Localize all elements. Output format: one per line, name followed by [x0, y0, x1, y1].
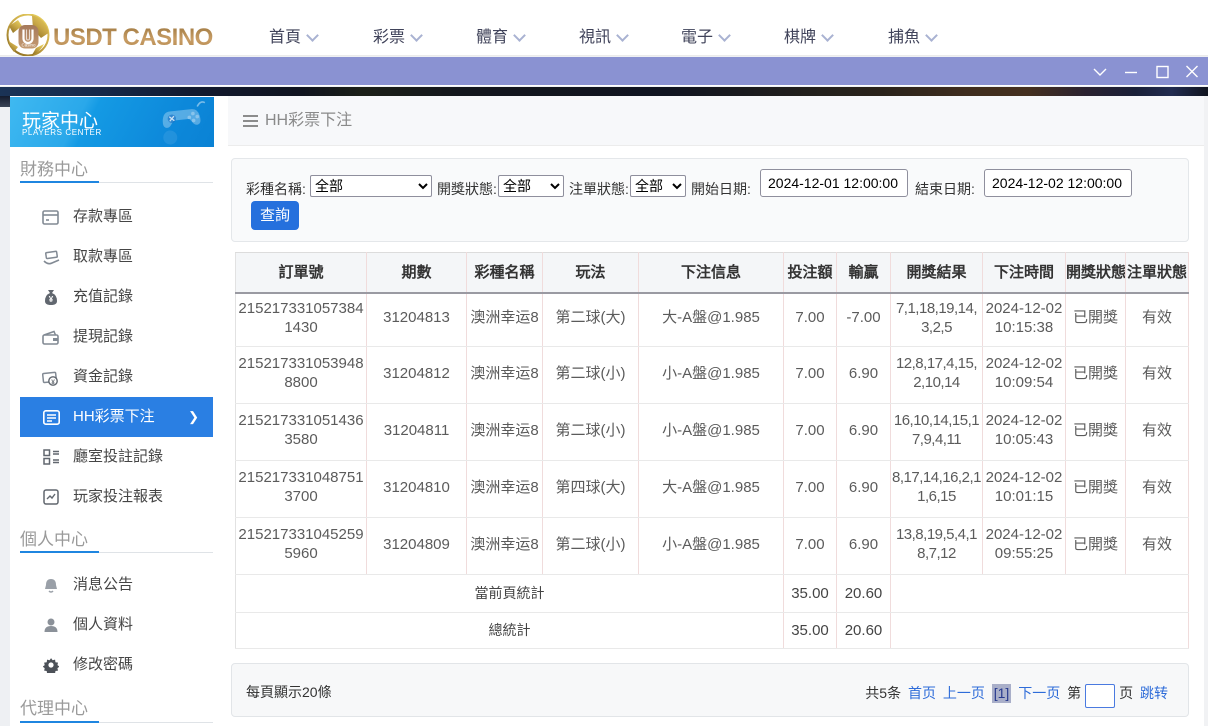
svg-text:Casino: Casino [21, 43, 36, 48]
svg-text:¥: ¥ [51, 379, 55, 386]
svg-text:¥: ¥ [49, 295, 54, 304]
